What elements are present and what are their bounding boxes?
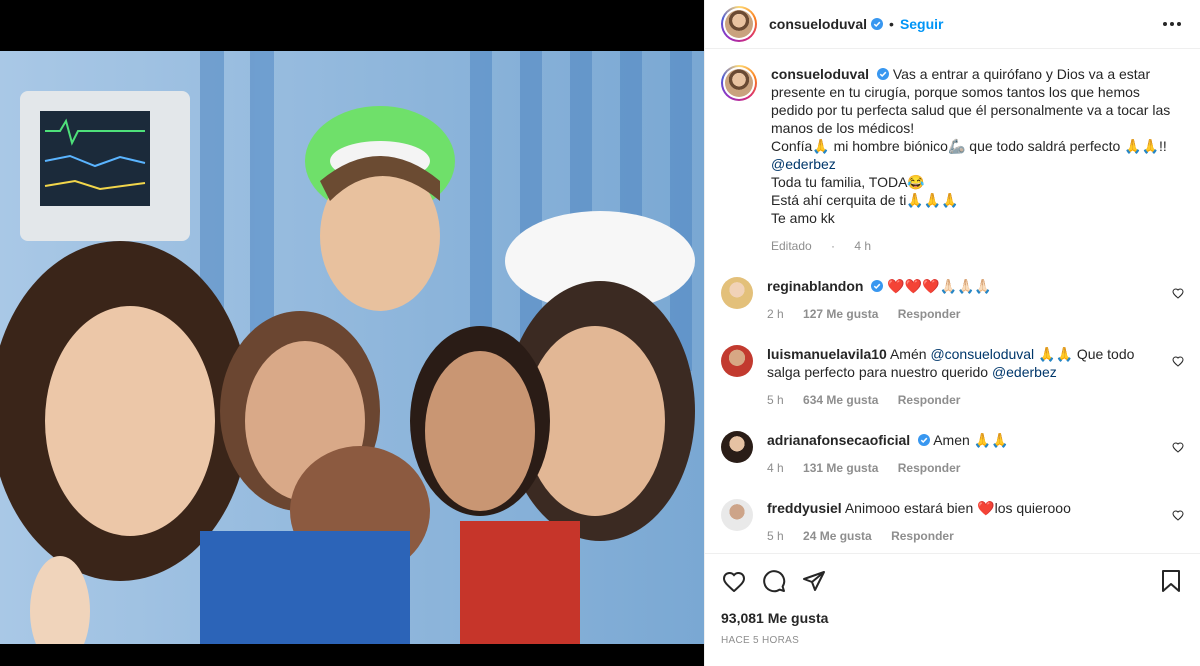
comment-item: adrianafonsecaoficial Amen 🙏🙏 4 h 131 Me… xyxy=(721,431,1184,477)
post-header: consueloduval • Seguir xyxy=(705,0,1200,49)
header-separator: • xyxy=(889,16,894,32)
comment-text: ❤️❤️❤️🙏🏻🙏🏻🙏🏻 xyxy=(887,278,992,294)
commenter-avatar[interactable] xyxy=(721,499,753,531)
post-caption: consueloduval Vas a entrar a quirófano y… xyxy=(721,65,1184,255)
post-actions: 93,081 Me gusta HACE 5 HORAS xyxy=(705,553,1200,666)
comment-mention[interactable]: @consueloduval xyxy=(930,346,1034,362)
verified-badge-icon xyxy=(876,68,889,80)
caption-line: manos de los médicos! xyxy=(771,120,915,136)
share-icon[interactable] xyxy=(801,568,827,594)
caption-line: Confía🙏 mi hombre biónico🦾 que todo sald… xyxy=(771,138,1167,154)
post-timestamp[interactable]: HACE 5 HORAS xyxy=(705,626,1200,646)
post-container: consueloduval • Seguir consueloduval Vas… xyxy=(0,0,1200,666)
comment-likes[interactable]: 634 Me gusta xyxy=(803,393,878,407)
comment-likes[interactable]: 131 Me gusta xyxy=(803,461,878,475)
caption-mention[interactable]: @ederbez xyxy=(771,155,1184,173)
comment-likes[interactable]: 24 Me gusta xyxy=(803,529,872,543)
post-photo[interactable] xyxy=(0,51,704,644)
reply-button[interactable]: Responder xyxy=(898,393,961,407)
comment-meta: 5 h 634 Me gusta Responder xyxy=(767,391,1160,409)
caption-line: presente en tu cirugía, porque somos tan… xyxy=(771,84,1140,100)
comment-item: freddyusiel Animooo estará bien ❤️los qu… xyxy=(721,499,1184,545)
comment-item: reginablandon ❤️❤️❤️🙏🏻🙏🏻🙏🏻 2 h 127 Me gu… xyxy=(721,277,1184,323)
action-icons-row xyxy=(705,554,1200,596)
comment-meta: 2 h 127 Me gusta Responder xyxy=(767,305,1160,323)
comments-section: consueloduval Vas a entrar a quirófano y… xyxy=(705,49,1200,554)
comment-text: Animooo estará bien xyxy=(844,500,978,516)
comment-text: Amén xyxy=(889,346,931,362)
comment-time[interactable]: 5 h xyxy=(767,393,784,407)
heart-icon[interactable] xyxy=(721,568,747,594)
caption-line: pedido por tu perfecta salud que él pers… xyxy=(771,102,1171,118)
follow-button[interactable]: Seguir xyxy=(900,16,944,32)
comment-username[interactable]: adrianafonsecaoficial xyxy=(767,432,910,448)
like-comment-heart-icon[interactable] xyxy=(1172,287,1184,299)
comment-text: los quierooo xyxy=(994,500,1071,516)
comment-text: Amen 🙏🙏 xyxy=(933,432,1009,448)
commenter-avatar[interactable] xyxy=(721,431,753,463)
verified-badge-icon xyxy=(871,280,884,292)
comment-time[interactable]: 5 h xyxy=(767,529,784,543)
caption-meta: Editado · 4 h xyxy=(771,237,1184,255)
comment-likes[interactable]: 127 Me gusta xyxy=(803,307,878,321)
edited-label: Editado · 4 h xyxy=(771,239,872,253)
comment-meta: 5 h 24 Me gusta Responder xyxy=(767,527,1160,545)
comment-username[interactable]: luismanuelavila10 xyxy=(767,346,887,362)
caption-line: Está ahí cerquita de ti🙏🙏🙏 xyxy=(771,192,959,208)
reply-button[interactable]: Responder xyxy=(898,461,961,475)
heart-emoji: ❤️ xyxy=(977,500,995,516)
comment-time[interactable]: 2 h xyxy=(767,307,784,321)
more-options-icon[interactable] xyxy=(1160,12,1184,36)
verified-badge-icon xyxy=(918,434,931,446)
like-comment-heart-icon[interactable] xyxy=(1172,509,1184,521)
reply-button[interactable]: Responder xyxy=(898,307,961,321)
likes-count[interactable]: 93,081 Me gusta xyxy=(705,596,1200,626)
commenter-avatar[interactable] xyxy=(721,345,753,377)
comment-mention[interactable]: @ederbez xyxy=(992,364,1057,380)
verified-badge-icon xyxy=(871,18,884,30)
comment-username[interactable]: freddyusiel xyxy=(767,500,842,516)
author-avatar[interactable] xyxy=(721,6,757,42)
caption-avatar[interactable] xyxy=(721,65,757,101)
comment-meta: 4 h 131 Me gusta Responder xyxy=(767,459,1160,477)
group-selfie-image xyxy=(0,51,704,644)
caption-line: Te amo kk xyxy=(771,210,835,226)
like-comment-heart-icon[interactable] xyxy=(1172,441,1184,453)
commenter-avatar[interactable] xyxy=(721,277,753,309)
caption-username[interactable]: consueloduval xyxy=(771,66,869,82)
post-side-panel: consueloduval • Seguir consueloduval Vas… xyxy=(704,0,1200,666)
comment-time[interactable]: 4 h xyxy=(767,461,784,475)
reply-button[interactable]: Responder xyxy=(891,529,954,543)
comment-icon[interactable] xyxy=(761,568,787,594)
bookmark-icon[interactable] xyxy=(1158,568,1184,594)
comment-item: luismanuelavila10 Amén @consueloduval 🙏🙏… xyxy=(721,345,1184,409)
like-comment-heart-icon[interactable] xyxy=(1172,355,1184,367)
post-media-area xyxy=(0,0,704,666)
caption-line: Vas a entrar a quirófano y Dios va a est… xyxy=(892,66,1151,82)
author-username[interactable]: consueloduval xyxy=(769,16,867,32)
caption-line: Toda tu familia, TODA😂 xyxy=(771,174,925,190)
comment-username[interactable]: reginablandon xyxy=(767,278,863,294)
